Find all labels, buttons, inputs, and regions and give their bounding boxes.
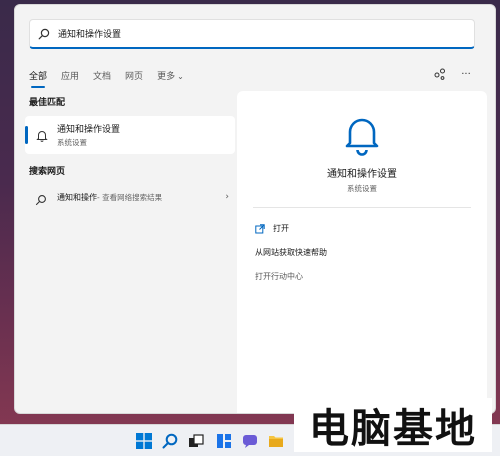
tab-more-label: 更多 bbox=[157, 71, 176, 82]
open-action-label: 打开 bbox=[273, 224, 289, 233]
web-search-query: 通知和操作 bbox=[57, 192, 97, 202]
watermark-logo: 电脑基地 bbox=[294, 398, 492, 452]
share-icon[interactable] bbox=[431, 65, 449, 83]
web-help-action[interactable]: 从网站获取快速帮助 bbox=[255, 247, 327, 258]
web-search-heading: 搜索网页 bbox=[29, 167, 66, 177]
windows-start-icon[interactable] bbox=[136, 433, 152, 449]
best-match-title: 通知和操作设置 bbox=[57, 125, 121, 135]
best-match-heading: 最佳匹配 bbox=[29, 98, 66, 108]
tab-more[interactable]: 更多 ⌄ bbox=[157, 67, 184, 84]
detail-subtitle: 系统设置 bbox=[347, 184, 377, 193]
chevron-right-icon: › bbox=[225, 192, 229, 202]
web-search-suffix: - 查看网络搜索结果 bbox=[97, 192, 163, 202]
widgets-icon[interactable] bbox=[216, 433, 232, 449]
open-action[interactable]: 打开 bbox=[255, 223, 289, 234]
selection-indicator bbox=[25, 126, 28, 144]
best-match-item[interactable]: 通知和操作设置 系统设置 bbox=[25, 116, 235, 154]
detail-title: 通知和操作设置 bbox=[327, 169, 397, 180]
task-view-icon[interactable] bbox=[188, 433, 204, 449]
bell-icon bbox=[35, 128, 49, 142]
more-options-button[interactable]: ··· bbox=[457, 65, 475, 83]
divider bbox=[253, 207, 471, 208]
action-center-label: 打开行动中心 bbox=[255, 272, 303, 281]
search-icon bbox=[38, 27, 52, 41]
best-match-subtitle: 系统设置 bbox=[57, 138, 87, 147]
search-icon bbox=[35, 191, 47, 206]
filter-tabs: 全部 应用 文档 网页 更多 ⌄ ··· bbox=[29, 65, 475, 88]
search-input[interactable]: 通知和操作设置 bbox=[29, 19, 475, 49]
search-query-text: 通知和操作设置 bbox=[58, 30, 122, 40]
web-help-label: 从网站获取快速帮助 bbox=[255, 248, 327, 257]
chat-icon[interactable] bbox=[242, 433, 258, 449]
detail-pane: 通知和操作设置 系统设置 打开 从网站获取快速帮助 打开行动中心 bbox=[237, 91, 487, 413]
file-explorer-icon[interactable] bbox=[268, 433, 284, 449]
results-list: 最佳匹配 通知和操作设置 系统设置 搜索网页 通知和操作 - 查看网络搜索结果 … bbox=[25, 95, 235, 209]
tab-all[interactable]: 全部 bbox=[29, 67, 47, 88]
tab-documents[interactable]: 文档 bbox=[93, 67, 111, 84]
open-action-center[interactable]: 打开行动中心 bbox=[255, 271, 303, 282]
open-external-icon bbox=[255, 223, 265, 234]
search-icon[interactable] bbox=[162, 433, 178, 449]
search-panel: 通知和操作设置 全部 应用 文档 网页 更多 ⌄ ··· 最佳匹配 通知和操作设置… bbox=[14, 4, 496, 414]
web-search-item[interactable]: 通知和操作 - 查看网络搜索结果 › bbox=[25, 185, 235, 209]
tab-web[interactable]: 网页 bbox=[125, 67, 143, 84]
tab-apps[interactable]: 应用 bbox=[61, 67, 79, 84]
chevron-down-icon: ⌄ bbox=[177, 71, 184, 81]
bell-icon bbox=[338, 111, 386, 159]
